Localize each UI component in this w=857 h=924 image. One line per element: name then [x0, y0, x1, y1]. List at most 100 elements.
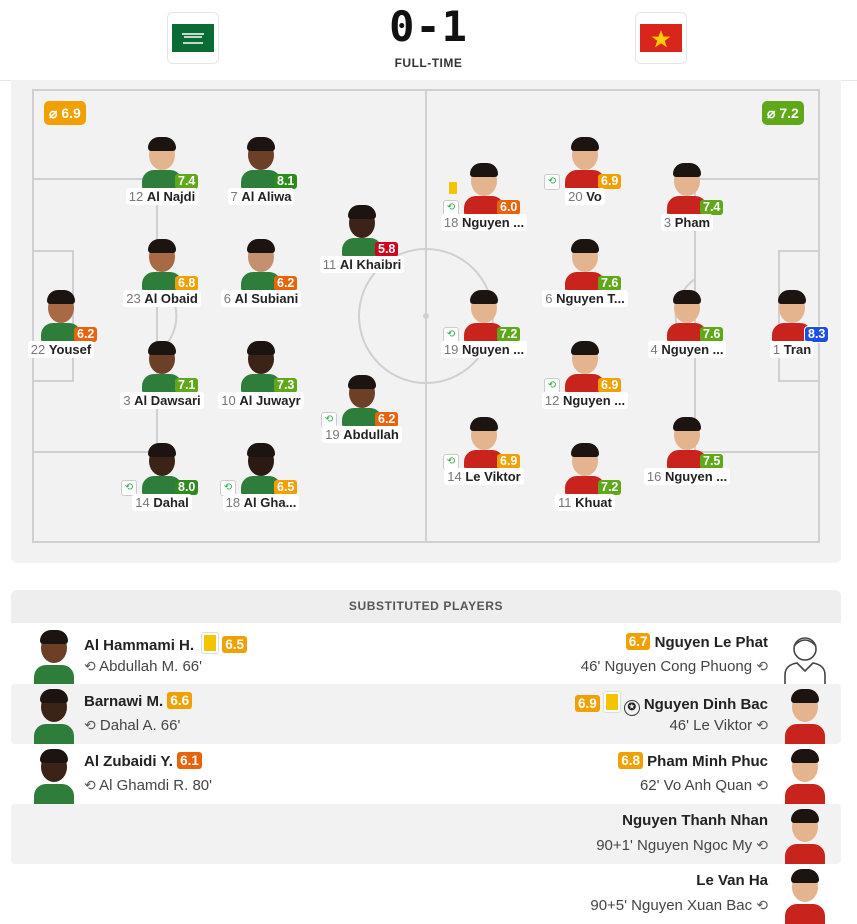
- player-number: 7: [230, 189, 242, 204]
- player-name: Nguyen ...: [461, 215, 525, 230]
- player-rating: 6.5: [274, 480, 298, 495]
- sub-away-detail-text: 90+1' Nguyen Ngoc My: [596, 837, 753, 854]
- sub-away-rating: 6.9: [575, 695, 600, 712]
- sub-home-rating: 6.6: [167, 692, 193, 709]
- home-team-rating-value: 6.9: [61, 105, 81, 121]
- player-number: 11: [322, 257, 340, 272]
- player-number: 12: [128, 189, 147, 204]
- player-label: 14 Dahal: [107, 494, 217, 511]
- player-rating: 6.9: [598, 174, 622, 189]
- player-label: 3 Pham: [632, 214, 742, 231]
- player-label: 6 Al Subiani: [206, 290, 316, 307]
- sub-away-name[interactable]: 6.7 Nguyen Le Phat: [625, 633, 768, 651]
- player-number: 10: [221, 393, 240, 408]
- player-label: 1 Tran: [737, 341, 847, 358]
- player-number: 19: [325, 427, 344, 442]
- sub-home-detail-text: Abdullah M. 66': [99, 658, 203, 675]
- player-number: 20: [568, 189, 587, 204]
- player-label: 10 Al Juwayr: [206, 392, 316, 409]
- sub-away-name-text: Le Van Ha: [696, 872, 768, 889]
- player-name: Al Aliwa: [241, 189, 292, 204]
- player-name: Al Dawsari: [134, 393, 201, 408]
- avatar: [783, 748, 827, 804]
- away-player-3[interactable]: 7.4 3 Pham: [632, 162, 742, 242]
- home-player-5[interactable]: 6.2 6 Al Subiani: [206, 238, 316, 318]
- home-player-11[interactable]: 6.5 ⟲ 18 Al Gha...: [206, 442, 316, 522]
- away-player-1[interactable]: 6.9 ⟲ 20 Vo: [530, 136, 640, 216]
- player-name: Vo: [586, 189, 602, 204]
- player-label: 4 Nguyen ...: [632, 341, 742, 358]
- sub-away-detail-text: 46' Le Viktor: [669, 717, 753, 734]
- home-player-6[interactable]: 6.2 22 Yousef: [6, 289, 116, 369]
- sub-row[interactable]: Le Van Ha 90+5' Nguyen Xuan Bac ⟲: [11, 864, 841, 924]
- away-player-2[interactable]: 6.0 ⟲ 18 Nguyen ...: [429, 162, 539, 242]
- away-player-4[interactable]: 7.6 6 Nguyen T...: [530, 238, 640, 318]
- player-label: 3 Al Dawsari: [107, 392, 217, 409]
- away-player-5[interactable]: 7.2 ⟲ 19 Nguyen ...: [429, 289, 539, 369]
- home-player-3[interactable]: 5.8 11 Al Khaibri: [307, 204, 417, 284]
- player-rating: 7.3: [274, 378, 298, 393]
- sub-home-detail: ⟲ Dahal A. 66': [84, 717, 180, 734]
- home-player-2[interactable]: 8.1 7 Al Aliwa: [206, 136, 316, 216]
- player-label: 7 Al Aliwa: [206, 188, 316, 205]
- sub-away-name-text: Nguyen Dinh Bac: [643, 696, 768, 713]
- player-rating: 6.2: [375, 412, 399, 427]
- player-name: Nguyen ...: [562, 393, 626, 408]
- home-team-rating: ⌀ 6.9: [44, 101, 86, 125]
- player-number: 11: [558, 495, 576, 510]
- match-score: 0-1: [389, 2, 468, 51]
- match-status: FULL-TIME: [394, 56, 463, 70]
- away-player-11[interactable]: 7.2 11 Khuat: [530, 442, 640, 522]
- sub-away-name[interactable]: Le Van Ha: [696, 872, 768, 889]
- sub-home-name[interactable]: Al Hammami H. 6.5: [84, 633, 247, 654]
- yellow-card-icon: [202, 633, 219, 653]
- avatar: [32, 629, 76, 685]
- sub-away-name[interactable]: Nguyen Thanh Nhan: [622, 812, 768, 829]
- player-rating: 7.2: [497, 327, 521, 342]
- sub-away-rating: 6.7: [625, 633, 651, 650]
- player-label: 19 Abdullah: [307, 426, 417, 443]
- player-rating: 7.4: [175, 174, 199, 189]
- player-name: Nguyen ...: [461, 342, 525, 357]
- home-player-9[interactable]: 6.2 ⟲ 19 Abdullah: [307, 374, 417, 454]
- sub-row[interactable]: Al Hammami H. 6.5 ⟲ Abdullah M. 66' 6.7 …: [11, 625, 841, 685]
- away-player-6[interactable]: 7.6 4 Nguyen ...: [632, 289, 742, 369]
- away-player-7[interactable]: 8.3 1 Tran: [737, 289, 847, 369]
- sub-home-name-text: Al Zubaidi Y.: [84, 753, 173, 770]
- player-number: 6: [545, 291, 557, 306]
- player-rating: 6.8: [175, 276, 199, 291]
- sub-home-name[interactable]: Barnawi M. 6.6: [84, 692, 193, 710]
- substitution-icon: ⟲: [756, 658, 768, 674]
- sub-row[interactable]: Nguyen Thanh Nhan 90+1' Nguyen Ngoc My ⟲: [11, 804, 841, 864]
- sub-away-name[interactable]: 6.9 ✪ Nguyen Dinh Bac: [575, 692, 768, 716]
- player-number: 14: [447, 469, 466, 484]
- player-name: Abdullah: [343, 427, 399, 442]
- sub-away-name[interactable]: 6.8 Pham Minh Phuc: [618, 752, 768, 770]
- away-player-10[interactable]: 7.5 16 Nguyen ...: [632, 416, 742, 496]
- player-name: Al Najdi: [146, 189, 196, 204]
- player-name: Nguyen ...: [664, 469, 728, 484]
- sub-home-detail: ⟲ Abdullah M. 66': [84, 658, 202, 675]
- home-player-7[interactable]: 7.1 3 Al Dawsari: [107, 340, 217, 420]
- home-player-4[interactable]: 6.8 23 Al Obaid: [107, 238, 217, 318]
- sub-row[interactable]: Barnawi M. 6.6 ⟲ Dahal A. 66' 6.9 ✪ Nguyen…: [11, 684, 841, 744]
- home-player-1[interactable]: 7.4 12 Al Najdi: [107, 136, 217, 216]
- home-player-8[interactable]: 7.3 10 Al Juwayr: [206, 340, 316, 420]
- sub-home-detail: ⟲ Al Ghamdi R. 80': [84, 777, 212, 794]
- sub-row[interactable]: Al Zubaidi Y. 6.1 ⟲ Al Ghamdi R. 80' 6.8…: [11, 744, 841, 804]
- home-player-10[interactable]: 8.0 ⟲ 14 Dahal: [107, 442, 217, 522]
- sub-away-detail: 46' Le Viktor ⟲: [669, 717, 768, 734]
- player-name: Al Subiani: [234, 291, 299, 306]
- away-player-9[interactable]: 6.9 ⟲ 14 Le Viktor: [429, 416, 539, 496]
- player-name: Pham: [674, 215, 711, 230]
- player-name: Tran: [783, 342, 812, 357]
- sub-home-name[interactable]: Al Zubaidi Y. 6.1: [84, 752, 202, 770]
- away-team-flag[interactable]: [635, 12, 687, 64]
- sub-away-rating: 6.8: [618, 752, 643, 769]
- substitution-icon: ⟲: [84, 717, 96, 733]
- substituted-players-header: SUBSTITUTED PLAYERS: [11, 590, 841, 623]
- player-label: 14 Le Viktor: [429, 468, 539, 485]
- player-label: 20 Vo: [530, 188, 640, 205]
- away-player-8[interactable]: 6.9 ⟲ 12 Nguyen ...: [530, 340, 640, 420]
- away-team-rating: ⌀ 7.2: [762, 101, 804, 125]
